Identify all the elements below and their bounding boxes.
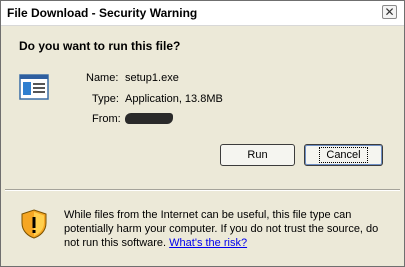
window-title: File Download - Security Warning xyxy=(7,6,198,20)
warning-shield-icon xyxy=(21,209,47,239)
warning-message: While files from the Internet can be use… xyxy=(64,208,389,250)
run-button[interactable]: Run xyxy=(220,144,295,166)
from-label: From: xyxy=(92,113,121,125)
whats-the-risk-link[interactable]: What's the risk? xyxy=(169,237,247,249)
redacted-source-mark xyxy=(125,113,173,124)
run-button-label: Run xyxy=(247,149,268,161)
type-value: Application, 13.8MB xyxy=(125,93,223,105)
prompt-question: Do you want to run this file? xyxy=(19,39,181,53)
application-file-icon xyxy=(19,74,49,100)
name-value: setup1.exe xyxy=(125,72,179,84)
close-button[interactable]: ✕ xyxy=(382,5,397,19)
title-bar[interactable]: File Download - Security Warning ✕ xyxy=(1,1,404,26)
cancel-button-label: Cancel xyxy=(319,147,368,163)
cancel-button[interactable]: Cancel xyxy=(304,144,383,166)
security-warning-dialog: File Download - Security Warning ✕ Do yo… xyxy=(0,0,405,267)
type-label: Type: xyxy=(92,93,119,105)
divider-highlight xyxy=(5,190,400,191)
close-icon: ✕ xyxy=(384,5,395,19)
name-label: Name: xyxy=(86,72,119,84)
